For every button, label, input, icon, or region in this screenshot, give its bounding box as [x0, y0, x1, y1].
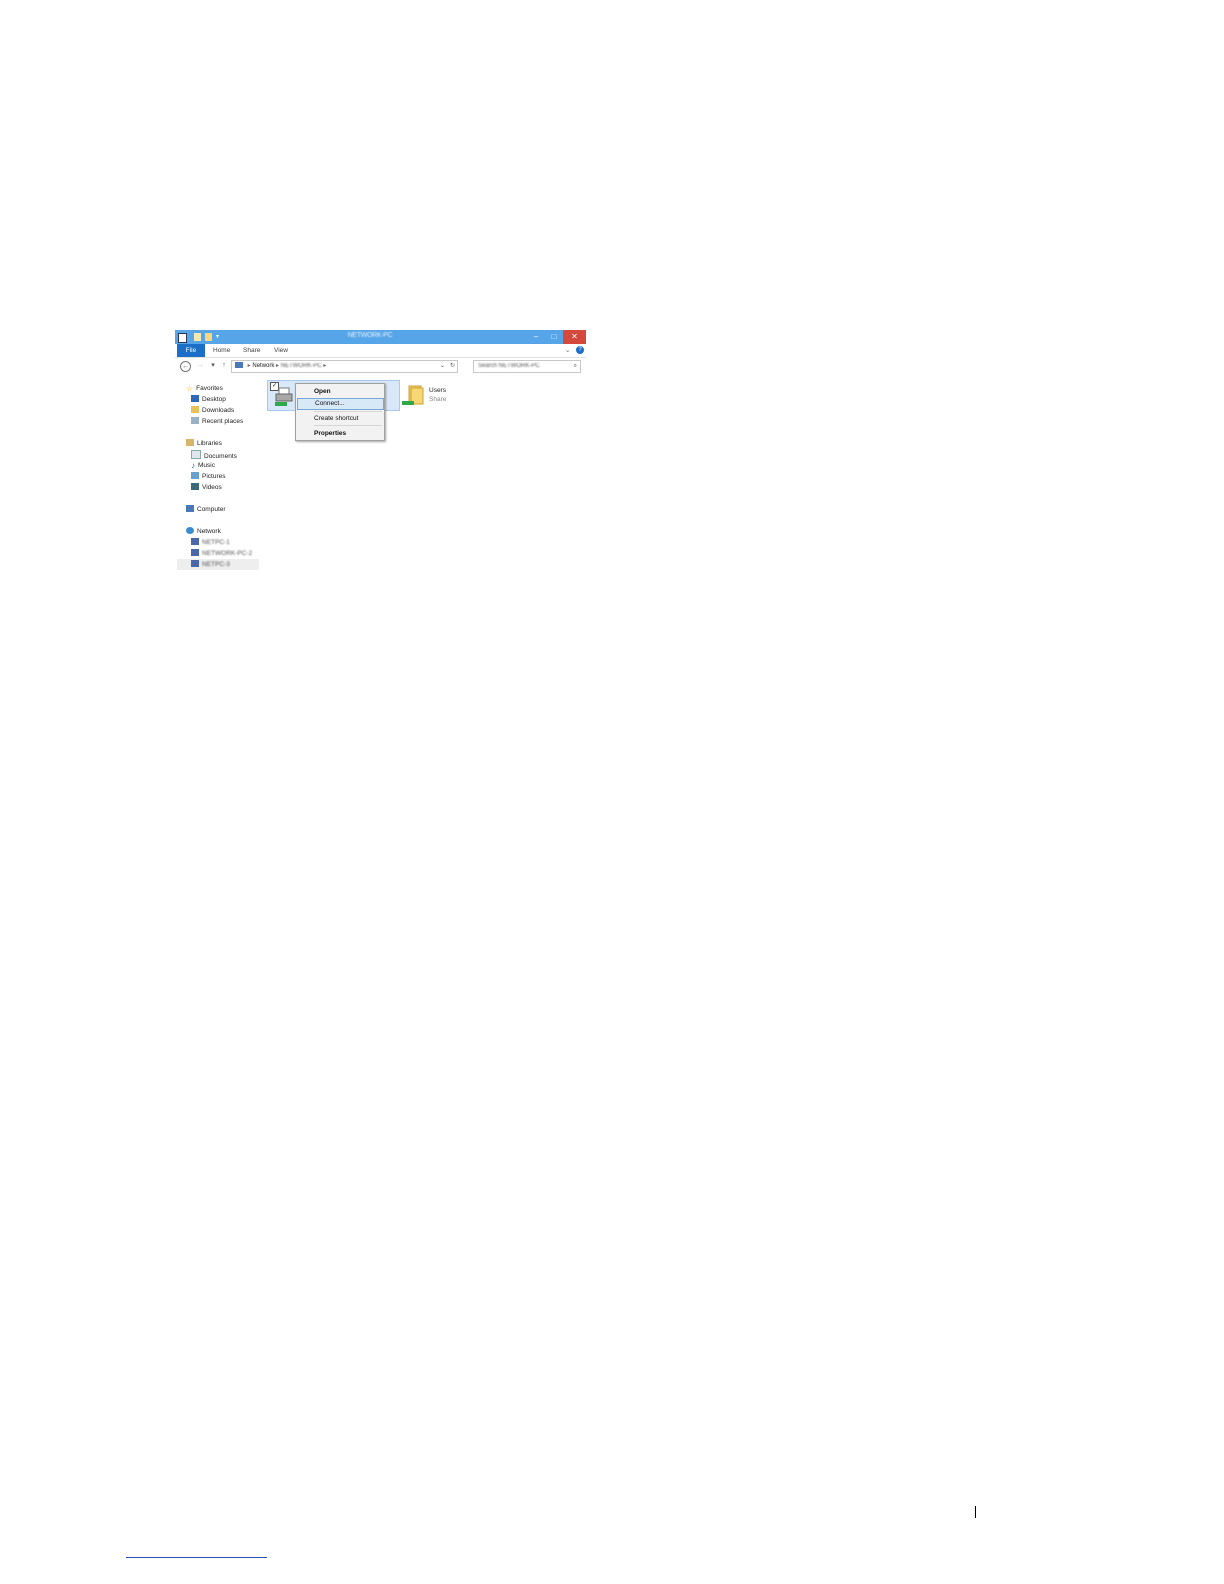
search-icon: ⌕ [573, 363, 577, 369]
search-placeholder: Search NETWORK-PC [478, 363, 540, 369]
printer-icon [275, 387, 293, 406]
computer-icon [191, 538, 199, 545]
libraries-icon [186, 439, 194, 446]
menu-item-label: Connect... [315, 400, 345, 407]
nav-label: Libraries [197, 440, 222, 447]
page-footer-divider [975, 1506, 976, 1518]
computer-icon [191, 549, 199, 556]
new-folder-icon[interactable] [205, 333, 212, 341]
folder-name: Users [429, 387, 446, 394]
nav-network-computer[interactable]: NETWORK-PC-2 [191, 549, 252, 558]
documents-icon [191, 450, 201, 459]
network-icon [235, 362, 243, 368]
network-icon [186, 527, 194, 534]
search-input[interactable]: Search NETWORK-PC ⌕ [473, 360, 581, 373]
tab-home[interactable]: Home [213, 344, 230, 357]
tab-file[interactable]: File [177, 344, 205, 357]
nav-downloads[interactable]: Downloads [191, 406, 234, 415]
address-bar[interactable]: ▸ Network ▸ NETWORK-PC ▸ ⌄ ↻ [231, 360, 458, 373]
folder-subtitle: Share [429, 396, 447, 403]
nav-network[interactable]: Network [186, 527, 221, 536]
recent-places-icon [191, 417, 199, 424]
context-menu: Open Connect... Create shortcut Properti… [295, 383, 385, 441]
back-button[interactable]: ← [180, 361, 191, 372]
properties-icon[interactable] [194, 333, 201, 341]
file-explorer-window: ▾ NETWORK-PC – □ ✕ File Home Share View … [175, 330, 586, 639]
nav-network-computer-selected[interactable]: NETPC-3 [177, 559, 259, 570]
ribbon-tabs: File Home Share View ⌄ ? [175, 344, 586, 358]
maximize-button[interactable]: □ [545, 330, 563, 344]
ribbon-expand-icon[interactable]: ⌄ [565, 344, 570, 357]
computer-icon [186, 505, 194, 512]
menu-item-create-shortcut[interactable]: Create shortcut [314, 414, 358, 423]
nav-desktop[interactable]: Desktop [191, 395, 226, 404]
menu-separator [314, 425, 382, 426]
breadcrumb-network[interactable]: Network [252, 363, 274, 369]
star-icon: ☆ [186, 384, 194, 393]
window-title: NETWORK-PC [347, 332, 393, 339]
tab-view[interactable]: View [274, 344, 288, 357]
nav-label: Documents [204, 453, 237, 460]
downloads-icon [191, 406, 199, 413]
nav-label: Desktop [202, 396, 226, 403]
nav-label: Music [198, 462, 215, 469]
videos-icon [191, 483, 199, 490]
title-bar: ▾ NETWORK-PC – □ ✕ [175, 330, 586, 344]
nav-videos[interactable]: Videos [191, 483, 222, 492]
nav-music[interactable]: ♪ Music [191, 461, 215, 470]
menu-item-connect[interactable]: Connect... [297, 398, 384, 410]
menu-item-properties[interactable]: Properties [314, 429, 346, 438]
minimize-button[interactable]: – [527, 330, 545, 344]
computer-icon [191, 560, 199, 567]
nav-label: NETPC-1 [202, 539, 230, 546]
nav-label: NETPC-3 [202, 561, 230, 568]
nav-label: Downloads [202, 407, 235, 414]
shared-folder-icon [402, 385, 424, 405]
address-dropdown-icon[interactable]: ⌄ [440, 361, 445, 372]
breadcrumb-separator-icon: ▸ [276, 363, 280, 369]
nav-label: Pictures [202, 473, 226, 480]
footer-link-underline [126, 1557, 267, 1558]
nav-label: Favorites [196, 385, 223, 392]
menu-item-open[interactable]: Open [314, 387, 331, 396]
breadcrumb-separator-icon: ▸ [323, 363, 327, 369]
nav-favorites[interactable]: ☆ Favorites [186, 384, 223, 393]
nav-label: Network [197, 528, 221, 535]
breadcrumb-separator-icon: ▸ [247, 363, 251, 369]
customize-dropdown-icon[interactable]: ▾ [216, 333, 223, 341]
explorer-icon [178, 333, 187, 343]
music-icon: ♪ [191, 461, 195, 470]
address-row: ← → ▾ ↑ ▸ Network ▸ NETWORK-PC ▸ ⌄ ↻ Sea… [175, 359, 586, 373]
forward-button[interactable]: → [195, 361, 205, 371]
refresh-icon[interactable]: ↻ [450, 361, 455, 372]
nav-network-computer[interactable]: NETPC-1 [191, 538, 230, 547]
help-icon[interactable]: ? [576, 346, 584, 354]
navigation-pane: ☆ Favorites Desktop Downloads Recent plac… [175, 380, 260, 630]
nav-libraries[interactable]: Libraries [186, 439, 222, 448]
tab-share[interactable]: Share [243, 344, 260, 357]
menu-separator [314, 411, 382, 412]
close-button[interactable]: ✕ [563, 330, 586, 344]
nav-label: NETWORK-PC-2 [202, 550, 253, 557]
desktop-icon [191, 395, 199, 402]
nav-label: Videos [202, 484, 222, 491]
nav-label: Recent places [202, 418, 244, 425]
nav-pictures[interactable]: Pictures [191, 472, 225, 481]
pictures-icon [191, 472, 199, 479]
up-button[interactable]: ↑ [219, 361, 229, 371]
nav-recent-places[interactable]: Recent places [191, 417, 243, 426]
breadcrumb-computer[interactable]: NETWORK-PC [281, 363, 322, 369]
recent-locations-icon[interactable]: ▾ [208, 361, 218, 371]
nav-documents[interactable]: Documents [191, 450, 237, 460]
nav-computer[interactable]: Computer [186, 505, 226, 514]
nav-label: Computer [197, 506, 226, 513]
